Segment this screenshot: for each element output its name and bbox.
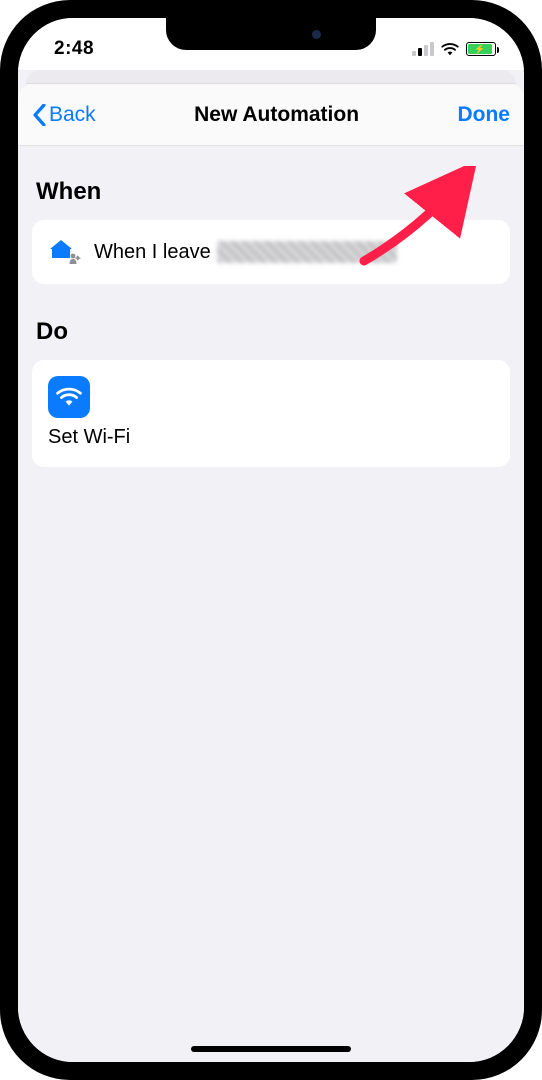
content-area: When When I leave Do bbox=[18, 146, 524, 1062]
wifi-icon bbox=[440, 42, 460, 56]
action-card[interactable]: Set Wi-Fi bbox=[32, 360, 510, 467]
card-stack-hint bbox=[26, 70, 516, 84]
home-indicator[interactable] bbox=[191, 1046, 351, 1052]
trigger-text-prefix: When I leave bbox=[94, 241, 211, 264]
trigger-card[interactable]: When I leave bbox=[32, 220, 510, 284]
status-time: 2:48 bbox=[54, 38, 94, 60]
cellular-signal-icon bbox=[412, 42, 434, 56]
page-title: New Automation bbox=[194, 103, 359, 127]
device-notch bbox=[166, 18, 376, 50]
done-button[interactable]: Done bbox=[457, 103, 510, 127]
action-label: Set Wi-Fi bbox=[48, 426, 494, 449]
nav-bar: Back New Automation Done bbox=[18, 84, 524, 146]
back-button[interactable]: Back bbox=[32, 103, 96, 127]
trigger-location-redacted bbox=[217, 241, 397, 263]
chevron-left-icon bbox=[32, 104, 47, 126]
back-label: Back bbox=[49, 103, 96, 127]
wifi-action-icon bbox=[48, 376, 90, 418]
leave-home-icon bbox=[46, 234, 82, 270]
when-section-label: When bbox=[36, 178, 506, 206]
do-section-label: Do bbox=[36, 318, 506, 346]
battery-icon: ⚡ bbox=[466, 42, 496, 56]
